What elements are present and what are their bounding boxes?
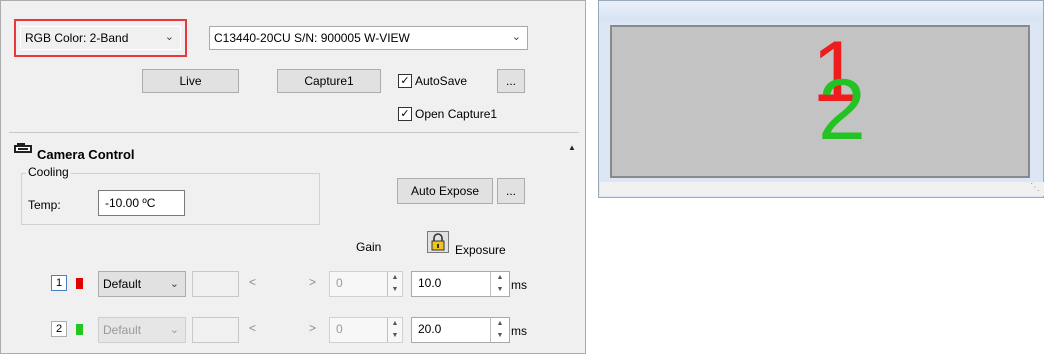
live-button-label: Live <box>179 74 202 88</box>
mode-select[interactable]: RGB Color: 2-Band ⌄ <box>20 26 181 50</box>
temp-field: -10.00 ºC <box>98 190 185 216</box>
channel-1-preset-select[interactable]: Default ⌄ <box>98 271 186 297</box>
spin-up-icon[interactable]: ▲ <box>388 318 402 330</box>
channel-2-toggle[interactable]: 2 <box>51 321 67 337</box>
auto-expose-options-button[interactable]: ... <box>497 178 525 204</box>
exposure-header: Exposure <box>455 243 506 257</box>
exposure-unit: ms <box>511 278 527 292</box>
spin-down-icon[interactable]: ▼ <box>388 330 402 342</box>
channel-2-preset-select[interactable]: Default ⌄ <box>98 317 186 343</box>
section-divider <box>9 132 579 133</box>
autosave-label: AutoSave <box>415 74 468 88</box>
auto-expose-button[interactable]: Auto Expose <box>397 178 493 204</box>
channel-1-gain-box <box>192 271 239 297</box>
chevron-down-icon: ⌄ <box>164 31 174 43</box>
spin-up-icon[interactable]: ▲ <box>491 272 509 284</box>
gain-header: Gain <box>356 240 382 254</box>
padlock-icon <box>431 233 445 251</box>
live-button[interactable]: Live <box>142 69 239 93</box>
ellipsis-label: ... <box>505 74 516 88</box>
preview-image[interactable]: 1 2 <box>610 25 1030 178</box>
scroll-left-icon[interactable]: < <box>249 321 256 335</box>
open-capture-checkbox[interactable]: ✓ Open Capture1 <box>398 107 497 121</box>
chevron-down-icon: ⌄ <box>169 324 179 336</box>
gain-value: 0 <box>336 276 343 290</box>
spin-down-icon[interactable]: ▼ <box>491 330 509 342</box>
ellipsis-label: ... <box>505 184 516 198</box>
checkmark-icon: ✓ <box>398 74 412 88</box>
scroll-right-icon[interactable]: > <box>309 275 316 289</box>
band-2-label: 2 <box>818 62 866 158</box>
collapse-icon[interactable]: ▲ <box>568 143 576 152</box>
channel-2-gain-box <box>192 317 239 343</box>
open-capture-label: Open Capture1 <box>415 107 498 121</box>
scroll-left-icon[interactable]: < <box>249 275 256 289</box>
spin-down-icon[interactable]: ▼ <box>388 284 402 296</box>
acquisition-panel: RGB Color: 2-Band ⌄ C13440-20CU S/N: 900… <box>0 0 586 354</box>
channel-2-exposure-spinner[interactable]: 20.0 ▲ ▼ <box>411 317 510 343</box>
spin-up-icon[interactable]: ▲ <box>491 318 509 330</box>
temp-label: Temp: <box>28 198 61 212</box>
cooling-group-label: Cooling <box>26 165 71 179</box>
channel-2-gain-spinner[interactable]: 0 ▲ ▼ <box>329 317 403 343</box>
channel-1-exposure-spinner[interactable]: 10.0 ▲ ▼ <box>411 271 510 297</box>
autosave-checkbox[interactable]: ✓ AutoSave <box>398 74 467 88</box>
channel-2-color-swatch <box>76 324 83 335</box>
capture-button-label: Capture1 <box>304 74 354 88</box>
preset-value: Default <box>103 277 142 291</box>
exposure-unit: ms <box>511 324 527 338</box>
temp-value: -10.00 ºC <box>105 196 156 210</box>
capture-button[interactable]: Capture1 <box>277 69 381 93</box>
camera-icon <box>13 143 35 154</box>
preview-titlebar <box>599 1 1043 21</box>
gain-value: 0 <box>336 322 343 336</box>
exposure-lock-button[interactable] <box>427 231 449 253</box>
chevron-down-icon: ⌄ <box>511 31 521 43</box>
auto-expose-label: Auto Expose <box>410 184 480 198</box>
autosave-options-button[interactable]: ... <box>497 69 525 93</box>
chevron-down-icon: ⌄ <box>169 278 179 290</box>
camera-control-title: Camera Control <box>37 147 135 162</box>
channel-number: 2 <box>55 323 63 335</box>
channel-1-toggle[interactable]: 1 <box>51 275 67 291</box>
camera-select[interactable]: C13440-20CU S/N: 900005 W-VIEW ⌄ <box>209 26 528 50</box>
spin-up-icon[interactable]: ▲ <box>388 272 402 284</box>
exposure-value: 10.0 <box>418 276 442 290</box>
preview-statusbar: ⋱ <box>600 182 1044 196</box>
channel-1-gain-spinner[interactable]: 0 ▲ ▼ <box>329 271 403 297</box>
channel-1-color-swatch <box>76 278 83 289</box>
scroll-right-icon[interactable]: > <box>309 321 316 335</box>
resize-grip-icon[interactable]: ⋱ <box>1030 182 1040 193</box>
checkmark-icon: ✓ <box>398 107 412 121</box>
preset-value: Default <box>103 323 142 337</box>
channel-number: 1 <box>55 277 63 289</box>
exposure-value: 20.0 <box>418 322 442 336</box>
spin-down-icon[interactable]: ▼ <box>491 284 509 296</box>
camera-select-value: C13440-20CU S/N: 900005 W-VIEW <box>214 31 410 45</box>
mode-select-value: RGB Color: 2-Band <box>25 31 129 45</box>
